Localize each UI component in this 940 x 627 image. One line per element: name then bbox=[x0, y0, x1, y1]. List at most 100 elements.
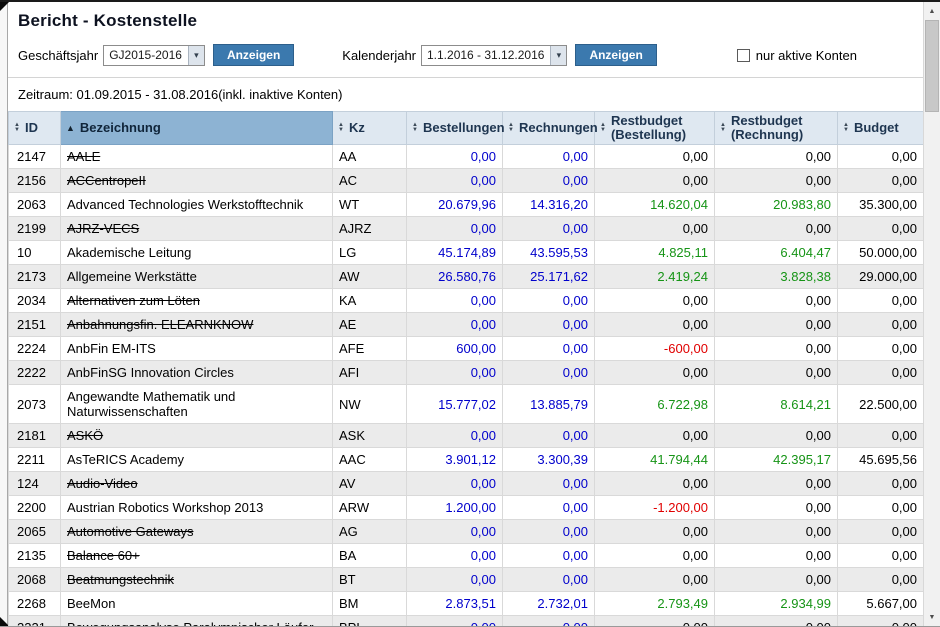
cell-orders[interactable]: 45.174,89 bbox=[407, 241, 503, 265]
column-header-inner: ▲▼Rechnungen bbox=[508, 121, 589, 135]
cost-center-table: ▲▼ID▲Bezeichnung▲▼Kz▲▼Bestellungen▲▼Rech… bbox=[8, 111, 924, 627]
cell-invoices[interactable]: 0,00 bbox=[503, 337, 595, 361]
column-label: Kz bbox=[349, 121, 365, 135]
calendar-year-select[interactable]: 1.1.2016 - 31.12.2016 ▾ bbox=[421, 45, 567, 66]
filter-bar: Geschäftsjahr GJ2015-2016 ▾ Anzeigen Kal… bbox=[18, 44, 923, 66]
cell-orders[interactable]: 0,00 bbox=[407, 544, 503, 568]
cell-name: Austrian Robotics Workshop 2013 bbox=[61, 496, 333, 520]
cell-invoices[interactable]: 0,00 bbox=[503, 217, 595, 241]
cell-orders[interactable]: 0,00 bbox=[407, 289, 503, 313]
sort-icon: ▲▼ bbox=[720, 123, 726, 133]
cell-invoices[interactable]: 0,00 bbox=[503, 289, 595, 313]
cell-invoices[interactable]: 0,00 bbox=[503, 424, 595, 448]
cell-rest-invoices: 42.395,17 bbox=[715, 448, 838, 472]
sort-icon: ▲▼ bbox=[600, 123, 606, 133]
cell-invoices[interactable]: 0,00 bbox=[503, 496, 595, 520]
cell-name: ACCentropeII bbox=[61, 169, 333, 193]
column-label: ID bbox=[25, 121, 38, 135]
cell-invoices[interactable]: 0,00 bbox=[503, 169, 595, 193]
cell-rest-invoices: 6.404,47 bbox=[715, 241, 838, 265]
cell-orders[interactable]: 0,00 bbox=[407, 568, 503, 592]
cell-kz: AFE bbox=[333, 337, 407, 361]
column-label: Rechnungen bbox=[519, 121, 598, 135]
cell-budget: 0,00 bbox=[838, 217, 924, 241]
cell-orders[interactable]: 0,00 bbox=[407, 361, 503, 385]
cell-invoices[interactable]: 0,00 bbox=[503, 361, 595, 385]
chevron-down-icon: ▾ bbox=[188, 46, 204, 65]
cell-orders[interactable]: 2.873,51 bbox=[407, 592, 503, 616]
cell-invoices[interactable]: 43.595,53 bbox=[503, 241, 595, 265]
cell-orders[interactable]: 0,00 bbox=[407, 217, 503, 241]
cell-orders[interactable]: 15.777,02 bbox=[407, 385, 503, 424]
fiscal-year-select[interactable]: GJ2015-2016 ▾ bbox=[103, 45, 205, 66]
column-header-orders[interactable]: ▲▼Bestellungen bbox=[407, 112, 503, 145]
cell-rest-orders: 41.794,44 bbox=[595, 448, 715, 472]
column-header-kz[interactable]: ▲▼Kz bbox=[333, 112, 407, 145]
vertical-scrollbar[interactable]: ▲ ▼ bbox=[923, 2, 940, 626]
cell-kz: ARW bbox=[333, 496, 407, 520]
cell-rest-orders: 0,00 bbox=[595, 313, 715, 337]
table-header-row: ▲▼ID▲Bezeichnung▲▼Kz▲▼Bestellungen▲▼Rech… bbox=[9, 112, 924, 145]
cell-orders[interactable]: 600,00 bbox=[407, 337, 503, 361]
cell-orders[interactable]: 0,00 bbox=[407, 145, 503, 169]
column-label: Restbudget (Bestellung) bbox=[611, 114, 709, 142]
left-scrollbar[interactable] bbox=[0, 2, 8, 626]
calendar-year-show-button[interactable]: Anzeigen bbox=[575, 44, 656, 66]
cell-name: Alternativen zum Löten bbox=[61, 289, 333, 313]
cell-orders[interactable]: 20.679,96 bbox=[407, 193, 503, 217]
cell-rest-invoices: 0,00 bbox=[715, 361, 838, 385]
cell-invoices[interactable]: 25.171,62 bbox=[503, 265, 595, 289]
cell-orders[interactable]: 3.901,12 bbox=[407, 448, 503, 472]
cell-name: BeeMon bbox=[61, 592, 333, 616]
table-row: 2173Allgemeine WerkstätteAW26.580,7625.1… bbox=[9, 265, 924, 289]
cell-invoices[interactable]: 14.316,20 bbox=[503, 193, 595, 217]
cell-invoices[interactable]: 0,00 bbox=[503, 472, 595, 496]
cell-invoices[interactable]: 13.885,79 bbox=[503, 385, 595, 424]
cell-budget: 50.000,00 bbox=[838, 241, 924, 265]
cell-budget: 0,00 bbox=[838, 424, 924, 448]
cell-name: Bewegungsanalyse Paralympischer Läufer bbox=[61, 616, 333, 627]
cell-invoices[interactable]: 0,00 bbox=[503, 616, 595, 627]
column-header-inner: ▲Bezeichnung bbox=[66, 121, 327, 135]
scroll-down-icon[interactable]: ▼ bbox=[924, 609, 940, 625]
column-header-name[interactable]: ▲Bezeichnung bbox=[61, 112, 333, 145]
table-row: 2034Alternativen zum LötenKA0,000,000,00… bbox=[9, 289, 924, 313]
cell-orders[interactable]: 0,00 bbox=[407, 616, 503, 627]
cell-budget: 45.695,56 bbox=[838, 448, 924, 472]
sort-icon: ▲▼ bbox=[412, 123, 418, 133]
cell-rest-invoices: 2.934,99 bbox=[715, 592, 838, 616]
cell-kz: AA bbox=[333, 145, 407, 169]
cell-id: 2222 bbox=[9, 361, 61, 385]
cell-invoices[interactable]: 0,00 bbox=[503, 520, 595, 544]
cell-orders[interactable]: 0,00 bbox=[407, 424, 503, 448]
column-header-rest_invoices[interactable]: ▲▼Restbudget (Rechnung) bbox=[715, 112, 838, 145]
cell-orders[interactable]: 0,00 bbox=[407, 520, 503, 544]
scrollbar-thumb[interactable] bbox=[925, 20, 939, 112]
cell-invoices[interactable]: 0,00 bbox=[503, 544, 595, 568]
cell-orders[interactable]: 0,00 bbox=[407, 472, 503, 496]
cell-rest-orders: 0,00 bbox=[595, 169, 715, 193]
cell-orders[interactable]: 0,00 bbox=[407, 313, 503, 337]
table-row: 2268BeeMonBM2.873,512.732,012.793,492.93… bbox=[9, 592, 924, 616]
column-header-budget[interactable]: ▲▼Budget bbox=[838, 112, 924, 145]
cell-name: Akademische Leitung bbox=[61, 241, 333, 265]
column-header-id[interactable]: ▲▼ID bbox=[9, 112, 61, 145]
cell-rest-orders: 0,00 bbox=[595, 544, 715, 568]
cell-invoices[interactable]: 3.300,39 bbox=[503, 448, 595, 472]
cell-invoices[interactable]: 2.732,01 bbox=[503, 592, 595, 616]
cell-orders[interactable]: 1.200,00 bbox=[407, 496, 503, 520]
column-header-inner: ▲▼Bestellungen bbox=[412, 121, 497, 135]
column-header-rest_orders[interactable]: ▲▼ Restbudget (Bestellung) bbox=[595, 112, 715, 145]
cell-orders[interactable]: 0,00 bbox=[407, 169, 503, 193]
active-only-checkbox[interactable] bbox=[737, 49, 750, 62]
cell-id: 2199 bbox=[9, 217, 61, 241]
cell-invoices[interactable]: 0,00 bbox=[503, 313, 595, 337]
cell-invoices[interactable]: 0,00 bbox=[503, 568, 595, 592]
fiscal-year-show-button[interactable]: Anzeigen bbox=[213, 44, 294, 66]
scroll-up-icon[interactable]: ▲ bbox=[924, 3, 940, 19]
cell-orders[interactable]: 26.580,76 bbox=[407, 265, 503, 289]
column-header-invoices[interactable]: ▲▼Rechnungen bbox=[503, 112, 595, 145]
cell-rest-orders: 0,00 bbox=[595, 424, 715, 448]
table-row: 2156ACCentropeIIAC0,000,000,000,000,00 bbox=[9, 169, 924, 193]
cell-invoices[interactable]: 0,00 bbox=[503, 145, 595, 169]
